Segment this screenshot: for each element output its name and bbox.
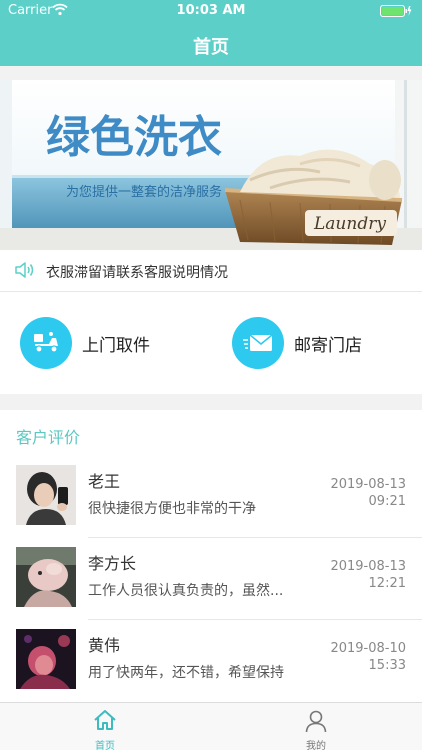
status-bar: Carrier 10:03 AM <box>0 0 422 22</box>
battery-icon <box>380 5 412 21</box>
review-time: 09:21 <box>368 494 406 509</box>
review-time: 15:33 <box>368 658 406 673</box>
review-comment: 很快捷很方便也非常的干净 <box>88 501 256 517</box>
mail-envelope-icon <box>232 317 284 369</box>
tab-profile-label: 我的 <box>306 741 326 750</box>
review-item[interactable]: 老王 很快捷很方便也非常的干净 2019-08-13 09:21 <box>0 456 422 538</box>
banner-image: 绿色洗衣 为您提供一整套的洁净服务 Laundry <box>0 80 422 250</box>
tab-profile[interactable]: 我的 <box>286 707 346 750</box>
review-date: 2019-08-13 <box>330 477 406 492</box>
review-item[interactable]: 李方长 工作人员很认真负责的，虽然... 2019-08-13 12:21 <box>0 538 422 620</box>
nav-bar: 首页 <box>0 22 422 66</box>
review-date: 2019-08-10 <box>330 641 406 656</box>
quick-actions: 上门取件 邮寄门店 <box>0 292 422 394</box>
speaker-icon <box>14 260 36 284</box>
delivery-scooter-icon <box>20 317 72 369</box>
page-title: 首页 <box>193 37 229 58</box>
banner-subtitle: 为您提供一整套的洁净服务 <box>66 184 222 200</box>
tab-home[interactable]: 首页 <box>75 707 135 750</box>
reviewer-name: 老王 <box>88 472 121 491</box>
review-time: 12:21 <box>368 576 406 591</box>
review-date: 2019-08-13 <box>330 559 406 574</box>
user-icon <box>304 709 328 737</box>
tab-home-label: 首页 <box>95 741 115 750</box>
avatar <box>16 629 76 689</box>
review-timestamp: 2019-08-13 12:21 <box>330 558 406 592</box>
reviewer-name: 李方长 <box>88 554 137 573</box>
banner-headline: 绿色洗衣 <box>46 112 222 163</box>
mail-to-store-label: 邮寄门店 <box>294 336 362 356</box>
customer-reviews: 客户评价 老王 很快捷很方便也非常的干净 2019-08-13 09:21 李方… <box>0 410 422 702</box>
avatar <box>16 547 76 607</box>
review-comment: 工作人员很认真负责的，虽然... <box>88 583 284 599</box>
banner-script-text: Laundry <box>313 214 386 234</box>
pickup-service-label: 上门取件 <box>82 336 150 356</box>
tab-bar: 首页 我的 <box>0 702 422 750</box>
notice-text: 衣服滞留请联系客服说明情况 <box>46 265 228 281</box>
review-timestamp: 2019-08-13 09:21 <box>330 476 406 510</box>
clock-time: 10:03 AM <box>176 3 246 18</box>
review-timestamp: 2019-08-10 15:33 <box>330 640 406 674</box>
home-icon <box>93 709 117 735</box>
avatar <box>16 465 76 525</box>
review-comment: 用了快两年，还不错，希望保持 <box>88 665 284 681</box>
reviews-heading: 客户评价 <box>16 428 81 447</box>
promo-banner[interactable]: 绿色洗衣 为您提供一整套的洁净服务 Laundry <box>0 80 422 250</box>
review-item[interactable]: 黄伟 用了快两年，还不错，希望保持 2019-08-10 15:33 <box>0 620 422 702</box>
reviewer-name: 黄伟 <box>88 636 121 655</box>
notice-bar[interactable]: 衣服滞留请联系客服说明情况 <box>0 250 422 292</box>
